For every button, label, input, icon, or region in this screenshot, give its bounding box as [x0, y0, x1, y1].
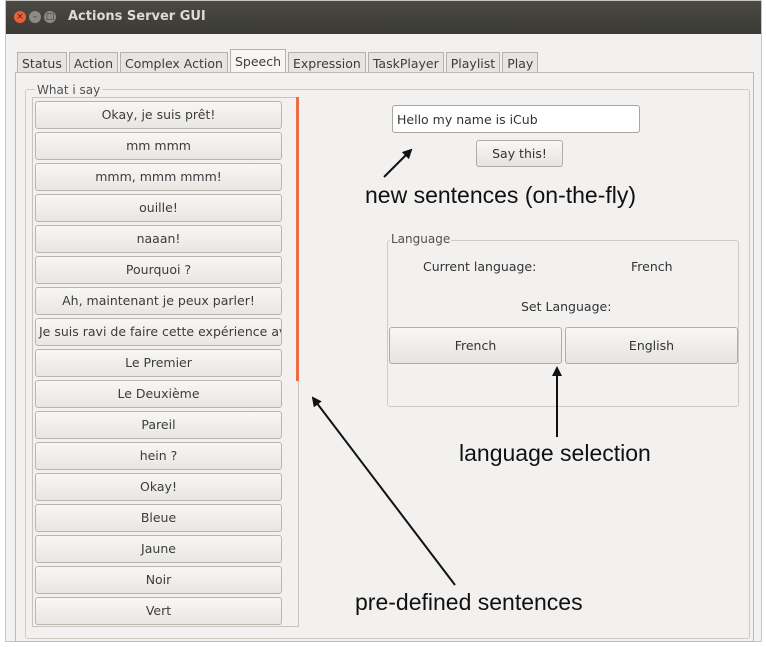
- arrow-to-input: [383, 148, 413, 178]
- annotation-arrows: [311, 148, 562, 586]
- arrow-to-sentence-list: [311, 396, 456, 586]
